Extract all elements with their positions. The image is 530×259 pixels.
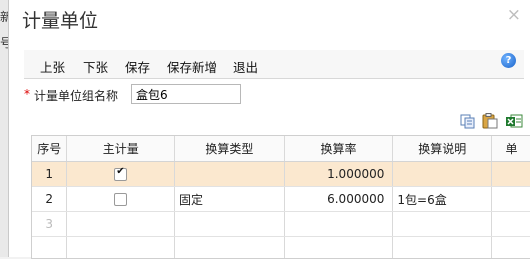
main-unit-checkbox[interactable] — [114, 193, 127, 206]
conversion-table: 序号 主计量 换算类型 换算率 换算说明 单 1 1.000000 — [32, 136, 530, 259]
row-index: 1 — [32, 162, 67, 187]
row-index: 2 — [32, 187, 67, 212]
copy-icon[interactable] — [459, 113, 477, 129]
unit-cell[interactable] — [492, 212, 530, 237]
rate-cell[interactable]: 1.000000 — [284, 162, 393, 187]
exit-button[interactable]: 退出 — [233, 57, 258, 76]
required-mark: * — [24, 87, 30, 101]
desc-cell[interactable] — [393, 162, 492, 187]
next-button[interactable]: 下张 — [83, 57, 108, 76]
table-header-row: 序号 主计量 换算类型 换算率 换算说明 单 — [32, 136, 530, 162]
table-row[interactable]: 2 固定 6.000000 1包=6盒 — [32, 187, 530, 212]
group-name-label: 计量单位组名称 — [34, 87, 118, 104]
prev-button[interactable]: 上张 — [40, 57, 65, 76]
col-header-rate[interactable]: 换算率 — [284, 136, 393, 162]
help-icon[interactable]: ? — [501, 53, 516, 68]
dialog-title: 计量单位 — [22, 6, 98, 33]
conv-type-cell[interactable] — [175, 162, 285, 187]
rate-cell[interactable] — [284, 212, 393, 237]
desc-cell[interactable] — [393, 212, 492, 237]
unit-dialog: 计量单位 × 上张 下张 保存 保存新增 退出 ? * 计量单位组名称 — [8, 0, 530, 257]
group-name-input[interactable] — [131, 84, 241, 104]
col-header-conv-type[interactable]: 换算类型 — [175, 136, 285, 162]
background-window: 新 号 — [0, 0, 8, 257]
conversion-grid: 序号 主计量 换算类型 换算率 换算说明 单 1 1.000000 — [31, 135, 530, 259]
save-button[interactable]: 保存 — [125, 57, 150, 76]
conv-type-cell[interactable] — [175, 212, 285, 237]
col-header-desc[interactable]: 换算说明 — [393, 136, 492, 162]
table-row[interactable]: 3 — [32, 212, 530, 237]
paste-icon[interactable] — [481, 113, 499, 129]
save-new-button[interactable]: 保存新增 — [167, 57, 217, 76]
row-index: 3 — [32, 212, 67, 237]
main-unit-checkbox[interactable] — [114, 168, 127, 181]
export-excel-icon[interactable] — [505, 113, 523, 129]
col-header-unit[interactable]: 单 — [492, 136, 530, 162]
conv-type-cell[interactable]: 固定 — [175, 187, 285, 212]
rate-cell[interactable]: 6.000000 — [284, 187, 393, 212]
desc-cell[interactable]: 1包=6盒 — [393, 187, 492, 212]
unit-cell[interactable] — [492, 162, 530, 187]
unit-cell[interactable] — [492, 187, 530, 212]
col-header-index[interactable]: 序号 — [32, 136, 67, 162]
dialog-title-bar[interactable]: 计量单位 × — [9, 0, 530, 40]
table-row[interactable]: 1 1.000000 — [32, 162, 530, 187]
col-header-main-unit[interactable]: 主计量 — [67, 136, 175, 162]
close-icon[interactable]: × — [507, 5, 521, 25]
table-row — [32, 237, 530, 259]
toolbar: 上张 下张 保存 保存新增 退出 ? — [24, 50, 524, 79]
